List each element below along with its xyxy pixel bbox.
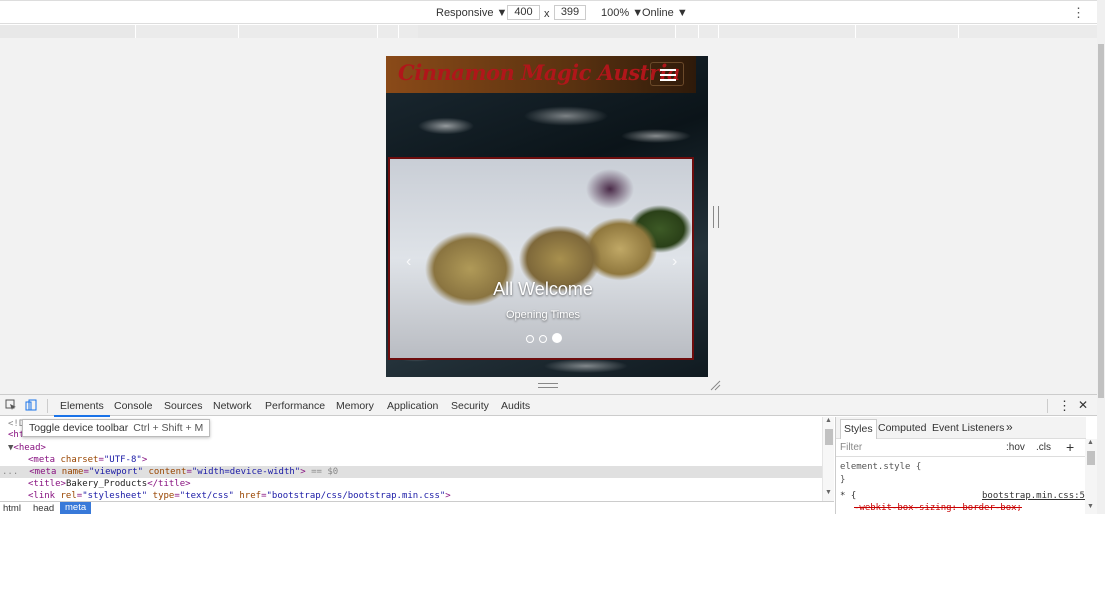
devtools-menu-icon[interactable]: ⋮ (1058, 398, 1071, 414)
tab-security[interactable]: Security (451, 400, 489, 412)
media-query-ruler (0, 25, 1097, 38)
breadcrumb-meta[interactable]: meta (60, 502, 92, 514)
tooltip-shortcut: Ctrl + Shift + M (133, 422, 204, 434)
new-style-rule-icon[interactable]: + (1066, 439, 1074, 455)
styles-subtab-strip: Styles Computed Event Listeners » (836, 417, 1086, 439)
ruler-segment[interactable] (718, 25, 855, 38)
ruler-segment[interactable] (958, 25, 1097, 38)
ruler-segment[interactable] (238, 25, 377, 38)
ruler-segment[interactable] (675, 25, 698, 38)
ruler-segment[interactable] (855, 25, 958, 38)
carousel-caption-title: All Welcome (493, 279, 593, 299)
hover-state-toggle[interactable]: :hov (1006, 442, 1025, 453)
universal-selector[interactable]: * { (840, 491, 856, 501)
carousel-prev-icon[interactable]: ‹ (406, 253, 411, 271)
window-scrollbar-thumb[interactable] (1098, 44, 1104, 398)
toggle-device-toolbar-tooltip: Toggle device toolbar Ctrl + Shift + M (22, 419, 211, 437)
hamburger-menu-icon[interactable] (650, 62, 684, 86)
carousel-caption-subtitle: Opening Times (506, 309, 580, 321)
dom-line-link[interactable]: <link rel="stylesheet" type="text/css" h… (0, 490, 822, 501)
toolbar-divider (1047, 399, 1048, 413)
device-toolbar: Responsive ▼ 400 x 399 100% ▼ Online ▼ ⋮ (0, 0, 1097, 24)
element-style-selector[interactable]: element.style { (840, 462, 921, 472)
carousel-next-icon[interactable]: › (672, 253, 677, 271)
scroll-down-icon[interactable]: ▼ (825, 489, 832, 496)
resize-handle-bottom[interactable] (538, 383, 558, 388)
scroll-up-icon[interactable]: ▲ (1087, 439, 1094, 446)
tab-elements[interactable]: Elements (54, 400, 110, 417)
styles-scrollbar[interactable]: ▲ ▼ (1085, 439, 1097, 514)
elements-scrollbar-thumb[interactable] (825, 429, 833, 445)
tooltip-label: Toggle device toolbar (29, 422, 129, 434)
tab-sources[interactable]: Sources (164, 400, 203, 412)
kebab-vertical-icon[interactable]: ⋮ (1072, 5, 1085, 21)
inspect-element-icon[interactable] (5, 399, 17, 411)
scroll-down-icon[interactable]: ▼ (1087, 503, 1094, 510)
dom-line-head[interactable]: ▼<head> (0, 442, 822, 454)
image-carousel: ‹ › All Welcome Opening Times (388, 157, 694, 360)
dimension-separator: x (544, 8, 550, 20)
device-viewport-area: Cinnamon Magic Austria ‹ › All Welcome O… (0, 38, 1097, 394)
tab-event-listeners[interactable]: Event Listeners (932, 422, 1004, 434)
tab-styles[interactable]: Styles (840, 419, 877, 439)
tab-application[interactable]: Application (387, 400, 438, 412)
breadcrumb-html[interactable]: html (3, 503, 21, 514)
dom-line-meta-charset[interactable]: <meta charset="UTF-8"> (0, 454, 822, 466)
breadcrumb: html head meta (0, 501, 834, 514)
stylesheet-source-link[interactable]: bootstrap.min.css:5 (982, 491, 1085, 501)
elements-scrollbar[interactable]: ▲ ▼ (822, 417, 834, 501)
tab-memory[interactable]: Memory (336, 400, 374, 412)
toggle-device-toolbar-icon[interactable] (25, 399, 37, 411)
devtools-tab-strip: Elements Console Sources Network Perform… (0, 394, 1097, 417)
site-brand[interactable]: Cinnamon Magic Austria (398, 60, 681, 85)
carousel-indicators (526, 333, 564, 346)
toolbar-divider (47, 399, 48, 413)
network-throttle-select[interactable]: Online ▼ (642, 7, 688, 19)
carousel-indicator[interactable] (539, 335, 548, 343)
device-height-input[interactable]: 399 (554, 5, 586, 20)
device-width-input[interactable]: 400 (507, 5, 540, 20)
dom-line-title[interactable]: <title>Bakery_Products</title> (0, 478, 822, 490)
dom-line-meta-viewport[interactable]: ... <meta name="viewport" content="width=… (0, 466, 822, 478)
zoom-select[interactable]: 100% ▼ (601, 7, 643, 19)
tab-network[interactable]: Network (213, 400, 252, 412)
carousel-indicator[interactable] (526, 335, 534, 343)
styles-filter-row: Filter :hov .cls + (836, 439, 1086, 457)
close-icon[interactable]: ✕ (1078, 398, 1088, 412)
carousel-indicator-active[interactable] (552, 333, 563, 343)
breadcrumb-head[interactable]: head (33, 503, 54, 514)
ruler-segment[interactable] (135, 25, 238, 38)
resize-handle-right[interactable] (713, 206, 719, 228)
tab-console[interactable]: Console (114, 400, 153, 412)
scroll-up-icon[interactable]: ▲ (825, 417, 832, 424)
resize-corner-icon[interactable] (710, 380, 721, 391)
ruler-segment[interactable] (398, 25, 418, 38)
struck-css-property[interactable]: -webkit-box-sizing: border-box; (854, 503, 1022, 513)
tab-audits[interactable]: Audits (501, 400, 530, 412)
class-toggle[interactable]: .cls (1036, 442, 1051, 453)
more-tabs-icon[interactable]: » (1006, 420, 1013, 434)
emulated-device-screen: Cinnamon Magic Austria ‹ › All Welcome O… (386, 56, 708, 377)
device-mode-select[interactable]: Responsive ▼ (436, 7, 507, 19)
ruler-segment[interactable] (377, 25, 398, 38)
styles-sidebar: Styles Computed Event Listeners » Filter… (835, 417, 1097, 514)
site-navbar: Cinnamon Magic Austria (386, 56, 696, 93)
element-style-close: } (840, 475, 846, 485)
styles-scrollbar-thumb[interactable] (1087, 451, 1095, 465)
styles-filter-input[interactable]: Filter (840, 442, 862, 453)
ruler-segment[interactable] (698, 25, 718, 38)
tab-computed[interactable]: Computed (878, 422, 926, 434)
window-scrollbar[interactable] (1097, 0, 1105, 514)
tab-performance[interactable]: Performance (265, 400, 325, 412)
